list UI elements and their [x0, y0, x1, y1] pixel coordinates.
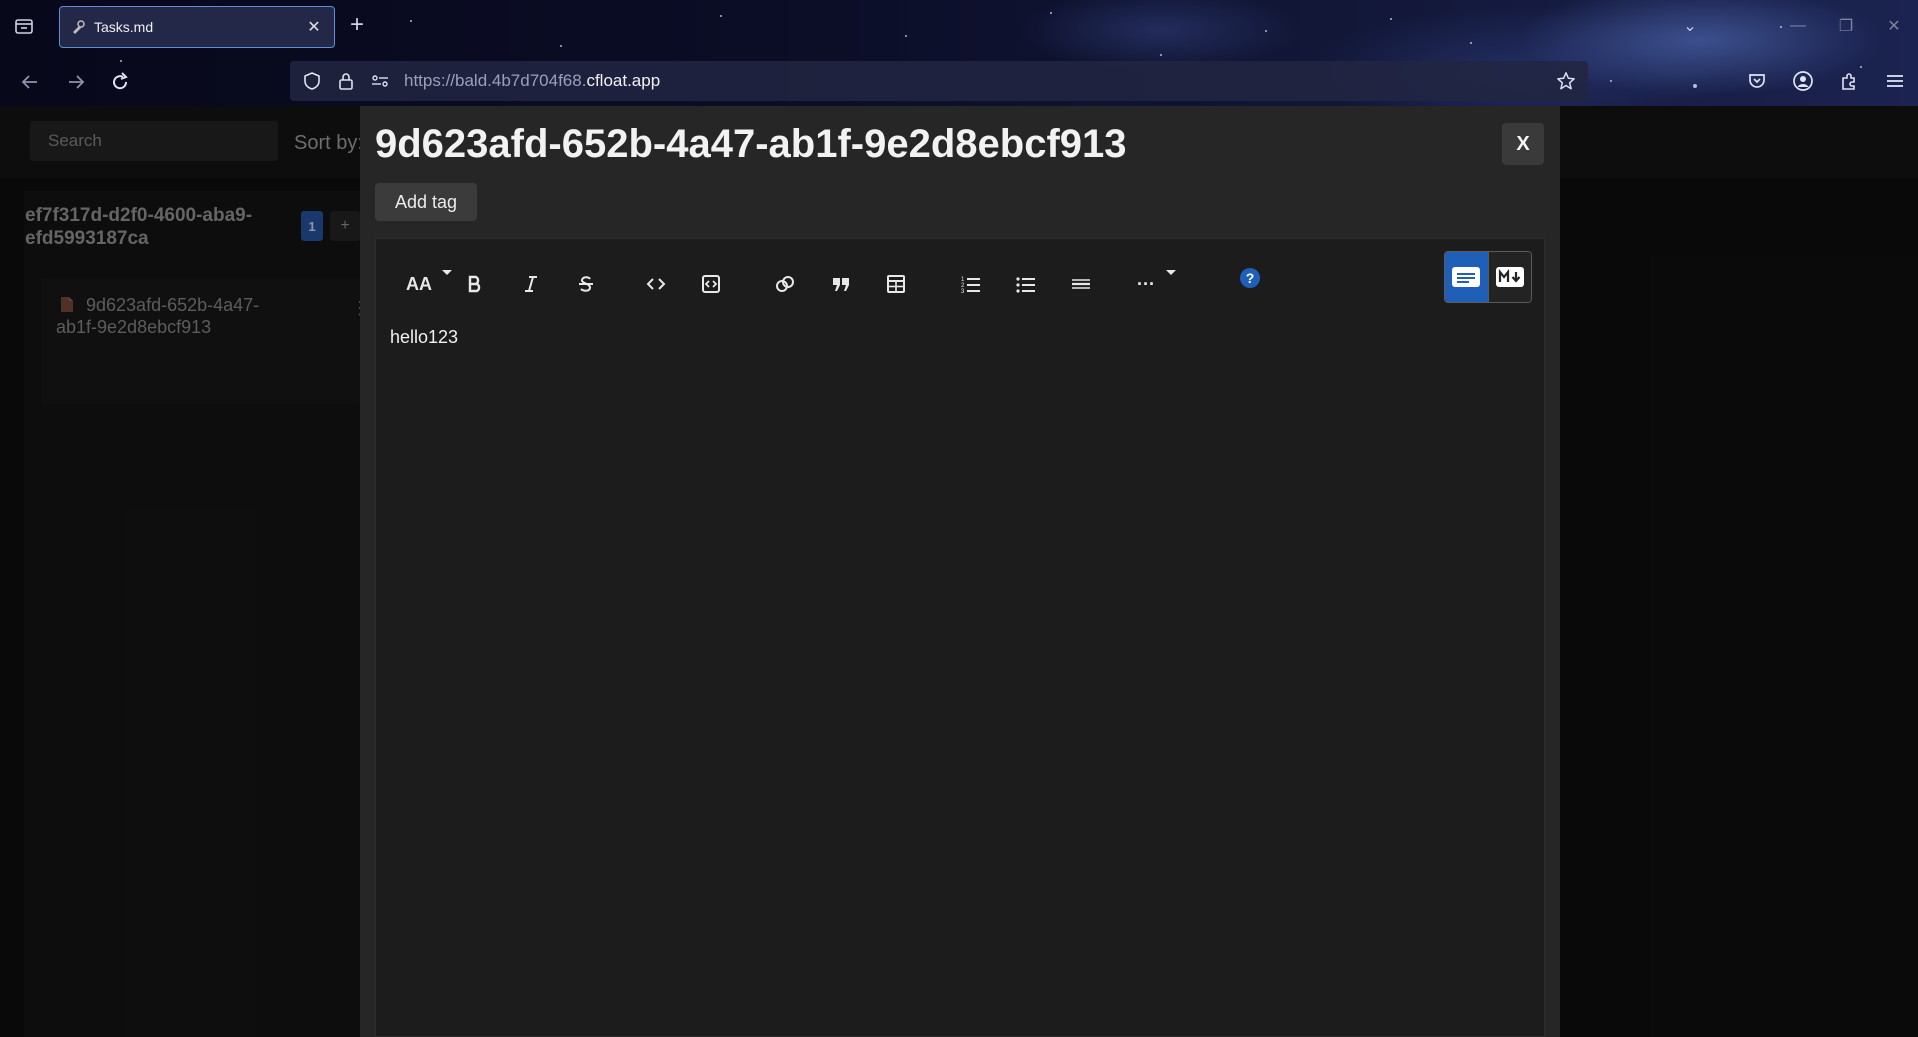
tab-strip: Tasks.md ✕ + ⌄ — ❐ ✕	[0, 0, 1918, 52]
tab-tasks-md[interactable]: Tasks.md ✕	[59, 6, 335, 48]
editor-content[interactable]: hello123	[390, 327, 458, 348]
heading-dropdown-caret-icon	[442, 270, 452, 275]
link-button[interactable]	[770, 269, 800, 299]
tab-title: Tasks.md	[94, 19, 154, 35]
back-arrow-icon	[21, 75, 37, 89]
minimize-icon[interactable]: —	[1774, 17, 1822, 35]
quote-icon	[833, 278, 849, 291]
reload-button[interactable]	[106, 68, 134, 96]
horizontal-rule-button[interactable]	[1066, 269, 1096, 299]
url-prefix: https://bald.4b7d704f68.	[404, 71, 587, 90]
tab-favicon-icon	[73, 20, 85, 34]
more-button[interactable]: ···	[1131, 269, 1161, 299]
bullet-list-icon	[1016, 277, 1035, 293]
nav-bar: https://bald.4b7d704f68.cfloat.app	[0, 58, 1918, 106]
code-block-icon	[702, 275, 720, 293]
list-all-tabs-icon[interactable]: ⌄	[1666, 16, 1714, 36]
forward-arrow-icon	[69, 75, 85, 89]
app-menu-icon[interactable]	[1882, 68, 1908, 94]
link-icon	[776, 276, 794, 292]
bullet-list-button[interactable]	[1011, 269, 1041, 299]
firefox-view-icon	[15, 19, 33, 34]
url-text[interactable]: https://bald.4b7d704f68.cfloat.app	[404, 71, 1542, 91]
wysiwyg-icon	[1452, 267, 1481, 287]
pocket-icon[interactable]	[1744, 68, 1770, 94]
tracking-protection-shield-icon[interactable]	[302, 71, 322, 91]
tab-close-icon[interactable]: ✕	[304, 17, 324, 37]
toolbar-right	[1744, 68, 1908, 94]
url-host: cfloat.app	[586, 71, 661, 90]
italic-button[interactable]	[516, 269, 546, 299]
quote-button[interactable]	[826, 269, 856, 299]
more-dropdown-caret-icon	[1166, 270, 1176, 275]
heading-button[interactable]: AA	[401, 269, 437, 299]
help-icon: ?	[1240, 268, 1260, 288]
markdown-icon	[1495, 267, 1524, 287]
window-controls: ⌄ — ❐ ✕	[1666, 0, 1918, 52]
help-button[interactable]: ?	[1235, 263, 1265, 293]
editor-mode-toggle	[1444, 251, 1532, 303]
firefox-view-button[interactable]	[12, 14, 36, 38]
restore-icon[interactable]: ❐	[1822, 16, 1870, 36]
new-tab-button[interactable]: +	[350, 13, 364, 37]
svg-text:?: ?	[1246, 270, 1255, 286]
extensions-icon[interactable]	[1836, 68, 1862, 94]
table-icon	[887, 275, 905, 293]
add-tag-button[interactable]: Add tag	[375, 183, 477, 221]
markdown-mode-button[interactable]	[1487, 252, 1531, 302]
italic-icon	[525, 276, 537, 292]
ordered-list-icon: 123	[961, 277, 980, 295]
code-icon	[646, 278, 666, 290]
card-modal: 9d623afd-652b-4a47-ab1f-9e2d8ebcf913 X A…	[360, 106, 1560, 1037]
lock-icon[interactable]	[336, 71, 356, 91]
close-modal-button[interactable]: X	[1502, 123, 1544, 165]
more-icon: ···	[1137, 273, 1155, 294]
inline-code-button[interactable]	[641, 269, 671, 299]
account-icon[interactable]	[1790, 68, 1816, 94]
svg-text:3: 3	[961, 289, 965, 295]
editor-toolbar: AA 1 2 3 ··· ?	[376, 239, 1544, 319]
strikethrough-icon	[579, 276, 593, 292]
bold-icon	[468, 275, 481, 293]
modal-title[interactable]: 9d623afd-652b-4a47-ab1f-9e2d8ebcf913	[375, 122, 1127, 167]
ordered-list-button[interactable]: 123	[956, 269, 986, 299]
markdown-editor: AA 1 2 3 ··· ? hello123	[375, 238, 1545, 1037]
address-bar[interactable]: https://bald.4b7d704f68.cfloat.app	[290, 61, 1588, 101]
forward-button[interactable]	[62, 68, 90, 96]
back-button[interactable]	[16, 68, 44, 96]
permissions-icon[interactable]	[370, 71, 390, 91]
window-close-icon[interactable]: ✕	[1870, 16, 1918, 36]
reload-icon	[113, 72, 128, 90]
browser-chrome: Tasks.md ✕ + ⌄ — ❐ ✕ https://bald.4b7d70…	[0, 0, 1918, 106]
horizontal-rule-icon	[1072, 279, 1090, 289]
bookmark-star-icon[interactable]	[1556, 71, 1576, 91]
code-block-button[interactable]	[696, 269, 726, 299]
strikethrough-button[interactable]	[571, 269, 601, 299]
heading-icon: AA	[406, 273, 432, 294]
bold-button[interactable]	[460, 269, 490, 299]
wysiwyg-mode-button[interactable]	[1445, 252, 1488, 302]
table-button[interactable]	[881, 269, 911, 299]
